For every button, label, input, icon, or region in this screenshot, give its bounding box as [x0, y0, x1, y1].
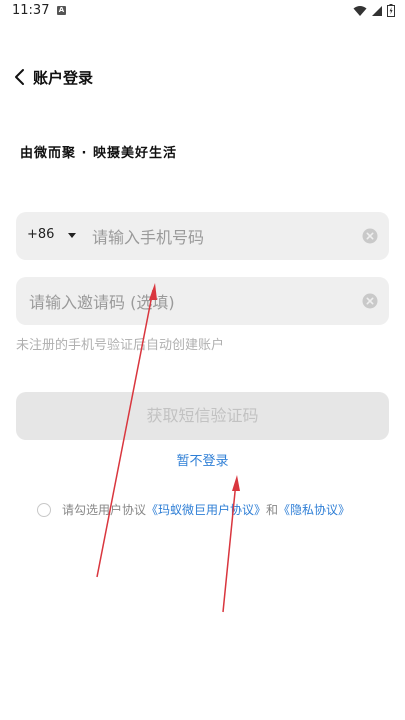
phone-field[interactable]: +86	[16, 212, 389, 262]
privacy-agreement-link[interactable]: 《隐私协议》	[278, 501, 350, 518]
agreement-prefix: 请勾选用户协议	[62, 503, 147, 517]
annotation-arrows	[96, 283, 240, 613]
phone-input[interactable]	[90, 212, 364, 262]
skip-login-link[interactable]: 暂不登录	[0, 450, 405, 469]
status-time: 11:37	[12, 3, 50, 18]
clear-icon[interactable]	[362, 228, 378, 244]
agreement-row: 请勾选用户协议 《玛蚁微巨用户协议》 和 《隐私协议》	[37, 501, 350, 518]
slogan: 由微而聚 · 映摄美好生活	[20, 146, 177, 161]
wifi-icon	[353, 5, 367, 16]
caret-down-icon[interactable]	[68, 233, 76, 238]
annotation-arrow-2	[222, 475, 240, 613]
country-code-selector[interactable]: +86	[27, 227, 54, 242]
login-screen: 11:37 A 账户登录 由微而聚 · 映摄美好生活 +86 请输入手机号码 请…	[0, 0, 405, 720]
agreement-and: 和	[266, 503, 279, 517]
auto-register-hint: 未注册的手机号验证后自动创建账户	[16, 338, 225, 353]
status-indicators	[353, 4, 395, 17]
get-sms-code-button[interactable]: 获取短信验证码	[16, 392, 389, 440]
page-title: 账户登录	[33, 69, 94, 87]
agreement-checkbox[interactable]	[37, 502, 51, 517]
invite-code-field[interactable]	[16, 277, 389, 327]
clear-icon[interactable]	[362, 293, 378, 309]
invite-code-input[interactable]	[27, 277, 361, 327]
notification-a-icon: A	[57, 6, 66, 15]
battery-icon	[387, 4, 395, 17]
signal-icon	[372, 5, 382, 16]
status-bar: 11:37 A	[0, 0, 405, 24]
back-arrow-icon[interactable]	[12, 66, 30, 88]
user-agreement-link[interactable]: 《玛蚁微巨用户协议》	[146, 501, 266, 518]
